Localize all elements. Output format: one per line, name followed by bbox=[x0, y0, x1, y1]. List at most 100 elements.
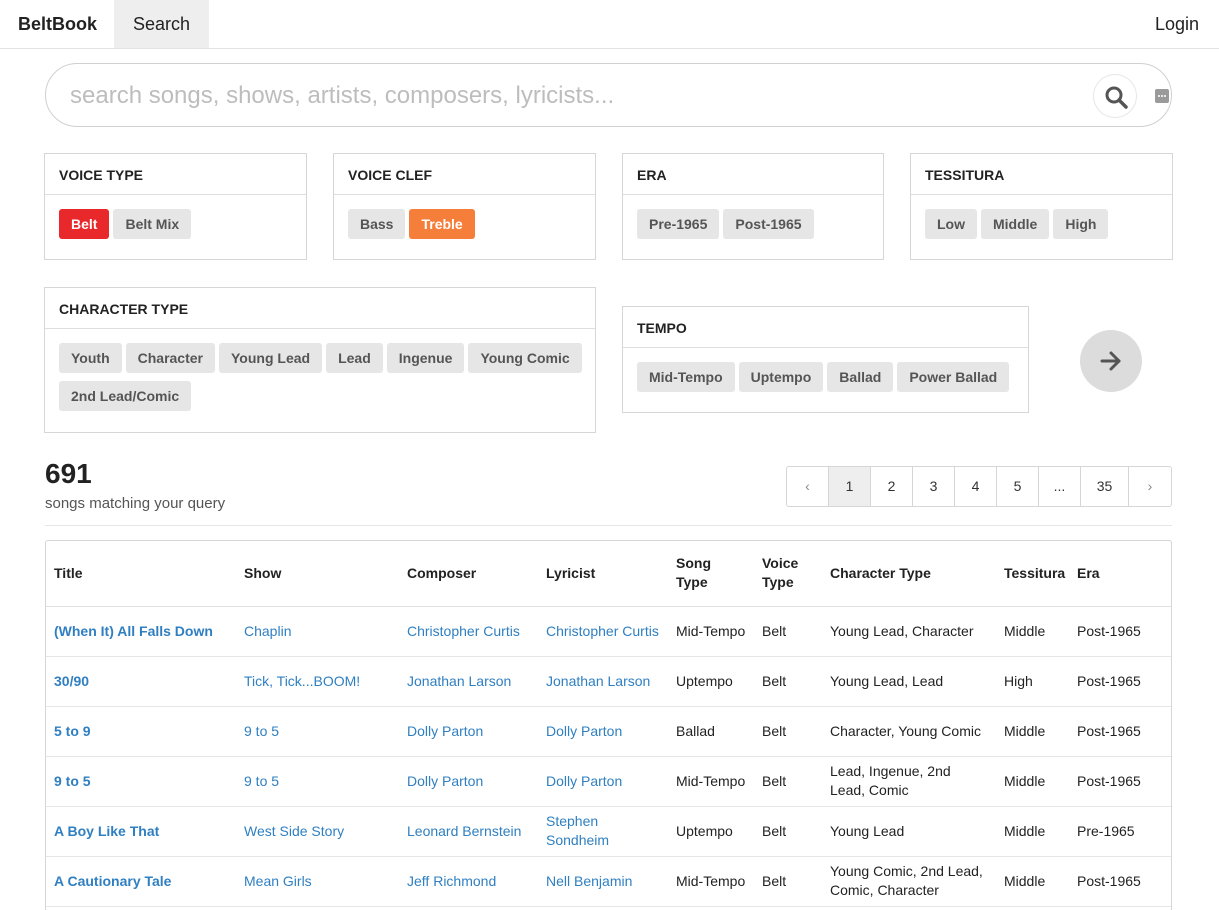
voice-type-cell: Belt bbox=[754, 756, 822, 807]
composer-link[interactable]: Jeff Richmond bbox=[399, 856, 538, 907]
song-title-link[interactable]: A Boy Like That bbox=[46, 806, 236, 857]
page-button[interactable]: 35 bbox=[1081, 467, 1129, 506]
table-row: 9 to 5 9 to 5 Dolly Parton Dolly Parton … bbox=[46, 756, 1171, 807]
panel-title: VOICE TYPE bbox=[45, 154, 306, 195]
column-header-era[interactable]: Era bbox=[1069, 541, 1171, 607]
column-header-composer[interactable]: Composer bbox=[399, 541, 538, 607]
chip-post-1965[interactable]: Post-1965 bbox=[723, 209, 814, 239]
column-header-lyricist[interactable]: Lyricist bbox=[538, 541, 668, 607]
chip-treble[interactable]: Treble bbox=[409, 209, 475, 239]
chip-young-lead[interactable]: Young Lead bbox=[219, 343, 323, 373]
search-button[interactable] bbox=[1093, 74, 1137, 118]
voice-type-cell: Belt bbox=[754, 606, 822, 657]
show-link[interactable]: West Side Story bbox=[236, 806, 399, 857]
show-link[interactable]: Tick, Tick...BOOM! bbox=[236, 656, 399, 707]
column-header-voice-type[interactable]: Voice Type bbox=[754, 541, 822, 607]
tessitura-cell: Middle bbox=[996, 706, 1069, 757]
lyricist-link[interactable]: Dolly Parton bbox=[538, 706, 668, 757]
chip-high[interactable]: High bbox=[1053, 209, 1109, 239]
chip-belt-mix[interactable]: Belt Mix bbox=[113, 209, 192, 239]
show-link[interactable]: Chaplin bbox=[236, 606, 399, 657]
table-header-row: Title Show Composer Lyricist Song Type V… bbox=[46, 541, 1171, 607]
song-type-cell: Mid-Tempo bbox=[668, 756, 754, 807]
brand-logo[interactable]: BeltBook bbox=[18, 14, 97, 35]
composer-link[interactable]: Dolly Parton bbox=[399, 706, 538, 757]
search-icon bbox=[1105, 86, 1128, 109]
era-cell: Post-1965 bbox=[1069, 606, 1171, 657]
tessitura-cell: Middle bbox=[996, 806, 1069, 857]
tessitura-cell: High bbox=[996, 656, 1069, 707]
song-type-cell: Mid-Tempo bbox=[668, 856, 754, 907]
composer-link[interactable]: Dolly Parton bbox=[399, 756, 538, 807]
column-header-song-type[interactable]: Song Type bbox=[668, 541, 754, 607]
show-link[interactable]: Mean Girls bbox=[236, 856, 399, 907]
page-button[interactable]: 4 bbox=[955, 467, 997, 506]
more-icon[interactable] bbox=[1155, 89, 1169, 103]
composer-link[interactable]: Jonathan Larson bbox=[399, 656, 538, 707]
chip-belt[interactable]: Belt bbox=[59, 209, 110, 239]
page-prev-button[interactable]: ‹ bbox=[787, 467, 829, 506]
chip-young-comic[interactable]: Young Comic bbox=[468, 343, 582, 373]
pagination: ‹ 1 2 3 4 5 ... 35 › bbox=[786, 466, 1172, 507]
lyricist-link[interactable]: Christopher Curtis bbox=[538, 606, 668, 657]
character-type-cell: Young Lead, Character bbox=[822, 606, 996, 657]
era-cell: Post-1965 bbox=[1069, 756, 1171, 807]
table-row: (When It) All Falls Down Chaplin Christo… bbox=[46, 606, 1171, 657]
results-label: songs matching your query bbox=[45, 495, 226, 512]
chip-youth[interactable]: Youth bbox=[59, 343, 122, 373]
column-header-title[interactable]: Title bbox=[46, 541, 236, 607]
era-cell: Post-1965 bbox=[1069, 856, 1171, 907]
composer-link[interactable]: Christopher Curtis bbox=[399, 606, 538, 657]
nav-search-tab[interactable]: Search bbox=[114, 0, 209, 48]
song-title-link[interactable]: A Cautionary Tale bbox=[46, 856, 236, 907]
chip-bass[interactable]: Bass bbox=[348, 209, 406, 239]
show-link[interactable]: 9 to 5 bbox=[236, 756, 399, 807]
panel-title: CHARACTER TYPE bbox=[45, 288, 595, 329]
chip-middle[interactable]: Middle bbox=[981, 209, 1050, 239]
search-input[interactable] bbox=[70, 79, 1080, 113]
page-next-button[interactable]: › bbox=[1129, 467, 1171, 506]
login-link[interactable]: Login bbox=[1155, 14, 1199, 35]
chip-uptempo[interactable]: Uptempo bbox=[738, 362, 824, 392]
chip-2nd-lead-comic[interactable]: 2nd Lead/Comic bbox=[59, 381, 192, 411]
filter-voice-type: VOICE TYPE Belt Belt Mix bbox=[44, 153, 307, 260]
chip-power-ballad[interactable]: Power Ballad bbox=[897, 362, 1010, 392]
apply-filters-button[interactable] bbox=[1080, 330, 1142, 392]
chip-pre-1965[interactable]: Pre-1965 bbox=[637, 209, 720, 239]
lyricist-link[interactable]: Dolly Parton bbox=[538, 756, 668, 807]
voice-type-cell: Belt bbox=[754, 706, 822, 757]
chip-mid-tempo[interactable]: Mid-Tempo bbox=[637, 362, 735, 392]
panel-title: VOICE CLEF bbox=[334, 154, 595, 195]
table-row: 30/90 Tick, Tick...BOOM! Jonathan Larson… bbox=[46, 656, 1171, 707]
song-title-link[interactable]: 30/90 bbox=[46, 656, 236, 707]
filter-tempo: TEMPO Mid-Tempo Uptempo Ballad Power Ballad bbox=[622, 306, 1029, 413]
chip-lead[interactable]: Lead bbox=[326, 343, 383, 373]
page-button[interactable]: 1 bbox=[829, 467, 871, 506]
lyricist-link[interactable]: Jonathan Larson bbox=[538, 656, 668, 707]
song-type-cell: Uptempo bbox=[668, 656, 754, 707]
song-title-link[interactable]: (When It) All Falls Down bbox=[46, 606, 236, 657]
divider bbox=[45, 525, 1172, 526]
chip-ingenue[interactable]: Ingenue bbox=[386, 343, 465, 373]
show-link[interactable]: 9 to 5 bbox=[236, 706, 399, 757]
lyricist-link[interactable]: Stephen Sondheim bbox=[538, 806, 668, 857]
table-row: A Boy Like That West Side Story Leonard … bbox=[46, 806, 1171, 857]
table-row: A Cautionary Tale Mean Girls Jeff Richmo… bbox=[46, 856, 1171, 907]
character-type-cell: Character, Young Comic bbox=[822, 706, 996, 757]
song-title-link[interactable]: 5 to 9 bbox=[46, 706, 236, 757]
filter-tessitura: TESSITURA Low Middle High bbox=[910, 153, 1173, 260]
voice-type-cell: Belt bbox=[754, 856, 822, 907]
chip-ballad[interactable]: Ballad bbox=[827, 362, 894, 392]
composer-link[interactable]: Leonard Bernstein bbox=[399, 806, 538, 857]
lyricist-link[interactable]: Nell Benjamin bbox=[538, 856, 668, 907]
column-header-character-type[interactable]: Character Type bbox=[822, 541, 996, 607]
chip-low[interactable]: Low bbox=[925, 209, 977, 239]
page-button[interactable]: 5 bbox=[997, 467, 1039, 506]
results-count: 691 bbox=[45, 458, 92, 489]
column-header-show[interactable]: Show bbox=[236, 541, 399, 607]
page-button[interactable]: 3 bbox=[913, 467, 955, 506]
song-title-link[interactable]: 9 to 5 bbox=[46, 756, 236, 807]
page-button[interactable]: 2 bbox=[871, 467, 913, 506]
chip-character[interactable]: Character bbox=[125, 343, 215, 373]
column-header-tessitura[interactable]: Tessitura bbox=[996, 541, 1069, 607]
